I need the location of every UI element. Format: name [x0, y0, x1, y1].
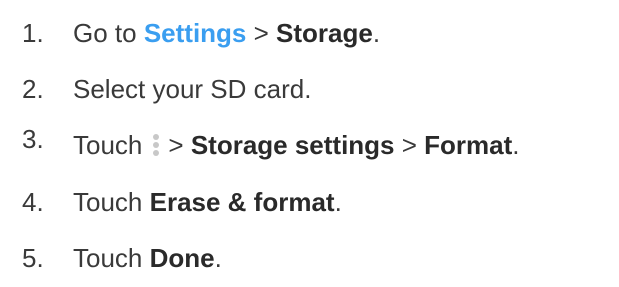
step-text-part: >: [394, 130, 425, 160]
step-text: Select your SD card.: [73, 74, 312, 104]
step-text: Touch Erase & format.: [73, 185, 342, 219]
step-number: 3.: [22, 124, 44, 154]
step-number: 5.: [22, 243, 44, 273]
step-number: 2.: [22, 74, 44, 104]
step-text: Go to Settings > Storage.: [73, 16, 380, 50]
erase-format-label: Erase & format: [149, 187, 335, 217]
storage-label: Storage: [276, 18, 373, 48]
step-number: 4.: [22, 187, 44, 217]
storage-settings-label: Storage settings: [190, 130, 395, 160]
step-text-part: Touch: [73, 130, 143, 160]
more-vert-icon: [150, 132, 162, 158]
step-text-part: Go to: [73, 18, 144, 48]
done-label: Done: [149, 243, 215, 273]
settings-link[interactable]: Settings: [144, 18, 247, 48]
step-text-part: .: [214, 243, 222, 273]
step-text-part: Touch: [73, 243, 150, 273]
step-text-part: Touch: [73, 187, 150, 217]
step-text: Touch > Storage settings > Format.: [73, 128, 520, 162]
step-text-part: .: [372, 18, 381, 48]
step-text: Touch Done.: [73, 241, 222, 275]
step-text-part: >: [246, 18, 277, 48]
step-number: 1.: [22, 18, 44, 48]
format-label: Format: [424, 130, 513, 160]
step-text-part: >: [168, 130, 191, 160]
step-text-part: .: [512, 130, 520, 160]
step-text-part: .: [334, 187, 342, 217]
